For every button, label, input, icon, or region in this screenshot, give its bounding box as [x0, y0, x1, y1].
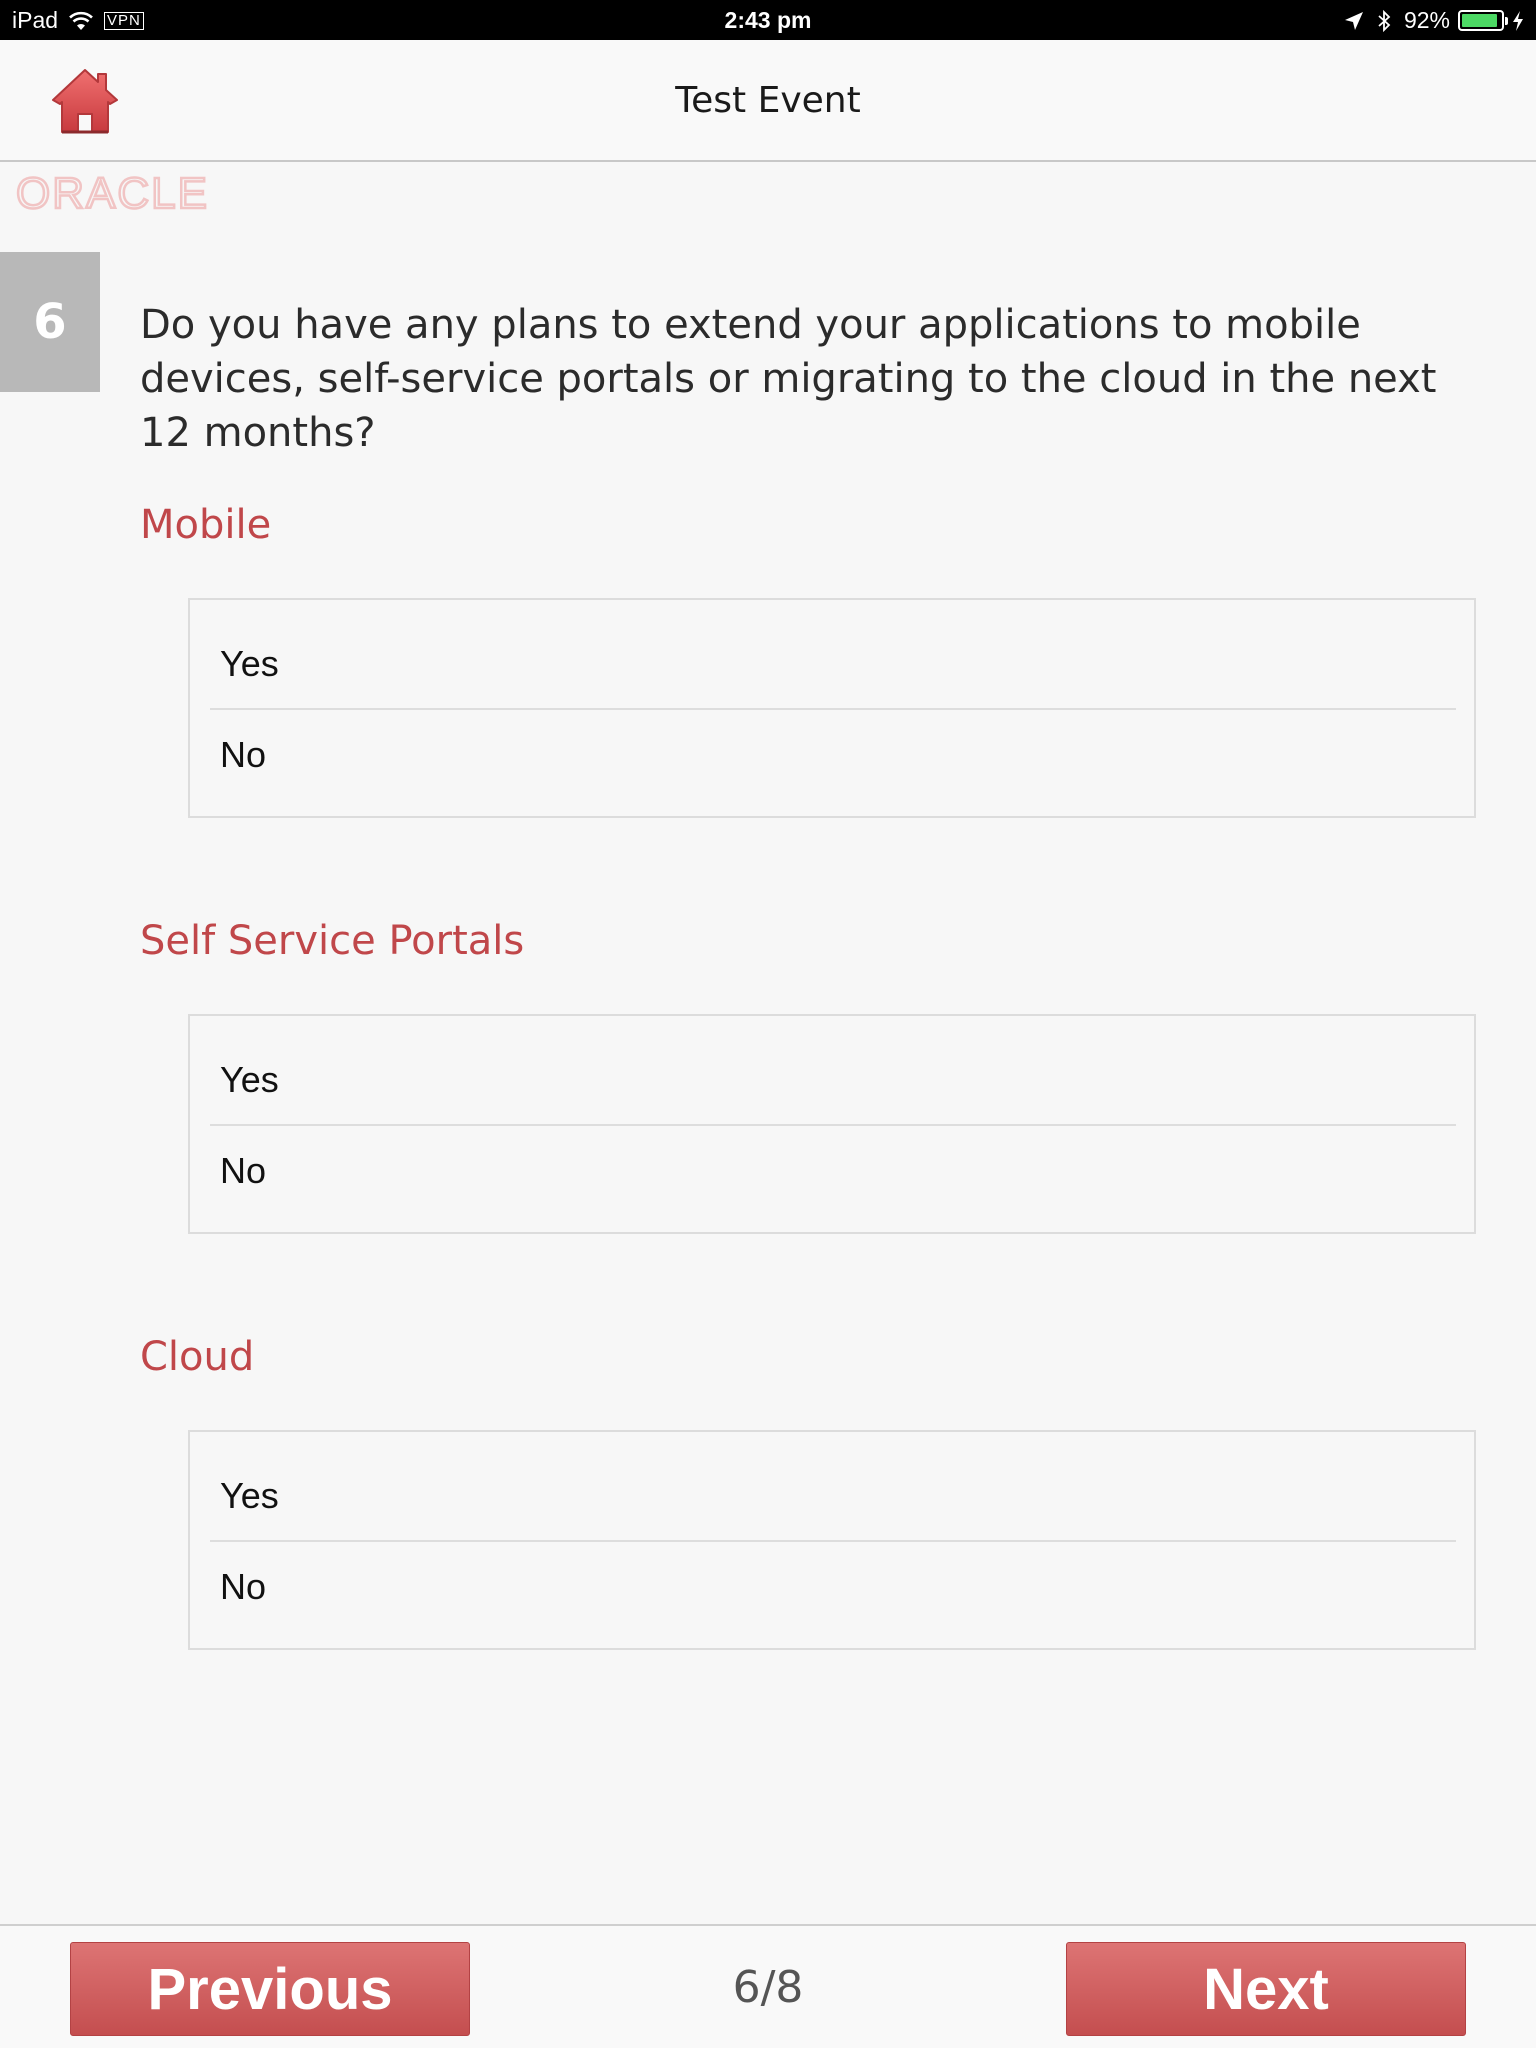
clock: 2:43 pm [724, 7, 812, 33]
svg-text:ORACLE: ORACLE [16, 170, 209, 214]
battery-percent: 92% [1403, 7, 1450, 33]
option-list-mobile: Yes No [188, 598, 1476, 818]
bluetooth-icon [1378, 9, 1391, 32]
oracle-logo: ORACLE [15, 170, 209, 214]
option-list-cloud: Yes No [188, 1430, 1476, 1650]
status-right: 92% [1344, 7, 1524, 34]
battery-icon [1458, 10, 1508, 31]
question-text: Do you have any plans to extend your app… [140, 302, 1437, 456]
option-portals-no[interactable]: No [210, 1126, 1456, 1216]
option-mobile-no[interactable]: No [210, 710, 1456, 800]
option-cloud-yes[interactable]: Yes [210, 1452, 1456, 1542]
location-arrow-icon [1344, 11, 1363, 30]
nav-bar: Test Event [0, 40, 1536, 162]
status-bar: iPad VPN 2:43 pm 92% [0, 0, 1536, 40]
battery-level [1462, 14, 1497, 27]
section-title-self-service-portals: Self Service Portals [140, 918, 525, 964]
page-title: Test Event [675, 80, 861, 121]
option-mobile-yes[interactable]: Yes [210, 620, 1456, 710]
next-button[interactable]: Next [1066, 1942, 1466, 2036]
charging-bolt-icon [1513, 10, 1523, 31]
question-number-badge: 6 [0, 252, 100, 392]
section-title-cloud: Cloud [140, 1334, 255, 1380]
option-list-self-service-portals: Yes No [188, 1014, 1476, 1234]
option-cloud-no[interactable]: No [210, 1542, 1456, 1632]
bottom-bar: Previous 6/8 Next [0, 1924, 1536, 2048]
option-portals-yes[interactable]: Yes [210, 1036, 1456, 1126]
section-title-mobile: Mobile [140, 502, 272, 548]
